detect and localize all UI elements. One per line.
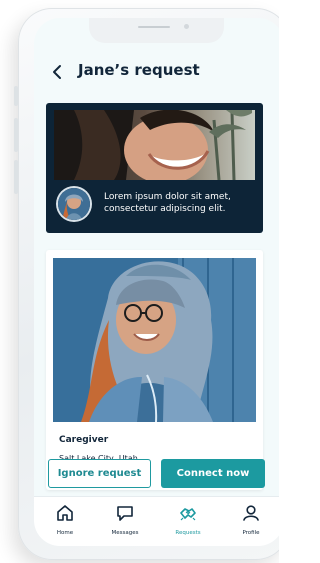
requester-avatar[interactable] (58, 188, 90, 220)
nav-item-home[interactable]: Home (40, 503, 90, 543)
caregiver-card: Caregiver Salt Lake City, Utah (46, 250, 263, 490)
nav-item-profile[interactable]: Profile (226, 503, 276, 543)
request-message: Lorem ipsum dolor sit amet, consectetur … (104, 192, 231, 214)
nav-label-home: Home (56, 530, 74, 536)
front-camera (184, 24, 189, 29)
phone-volume-down-button (14, 160, 18, 194)
page-title: Jane’s request (78, 61, 200, 79)
nav-label-profile: Profile (242, 530, 260, 536)
caregiver-role: Caregiver (59, 435, 109, 445)
speaker-grille (138, 26, 170, 28)
home-icon (57, 505, 73, 521)
nav-label-requests: Requests (175, 530, 201, 536)
back-chevron-icon[interactable] (50, 64, 64, 80)
caregiver-photo (53, 258, 256, 422)
nav-item-requests[interactable]: Requests (163, 503, 213, 543)
ignore-request-button[interactable]: Ignore request (48, 459, 151, 488)
bottom-navigation: Home Messages Requests Profile (34, 496, 279, 546)
page-header: Jane’s request (34, 58, 279, 86)
connect-now-button[interactable]: Connect now (161, 459, 265, 488)
handshake-icon (180, 508, 196, 521)
nav-item-messages[interactable]: Messages (100, 503, 150, 543)
user-icon (243, 505, 259, 521)
phone-volume-up-button (14, 118, 18, 152)
app-screen: Jane’s request Lorem ipsum dolor sit ame… (34, 18, 279, 546)
phone-notch (89, 18, 224, 43)
message-icon (117, 506, 133, 521)
hero-photo (54, 110, 255, 180)
request-hero-card: Lorem ipsum dolor sit amet, consectetur … (46, 103, 263, 233)
nav-label-messages: Messages (111, 530, 139, 536)
phone-side-button (14, 86, 18, 106)
stage: Jane’s request Lorem ipsum dolor sit ame… (0, 0, 279, 563)
